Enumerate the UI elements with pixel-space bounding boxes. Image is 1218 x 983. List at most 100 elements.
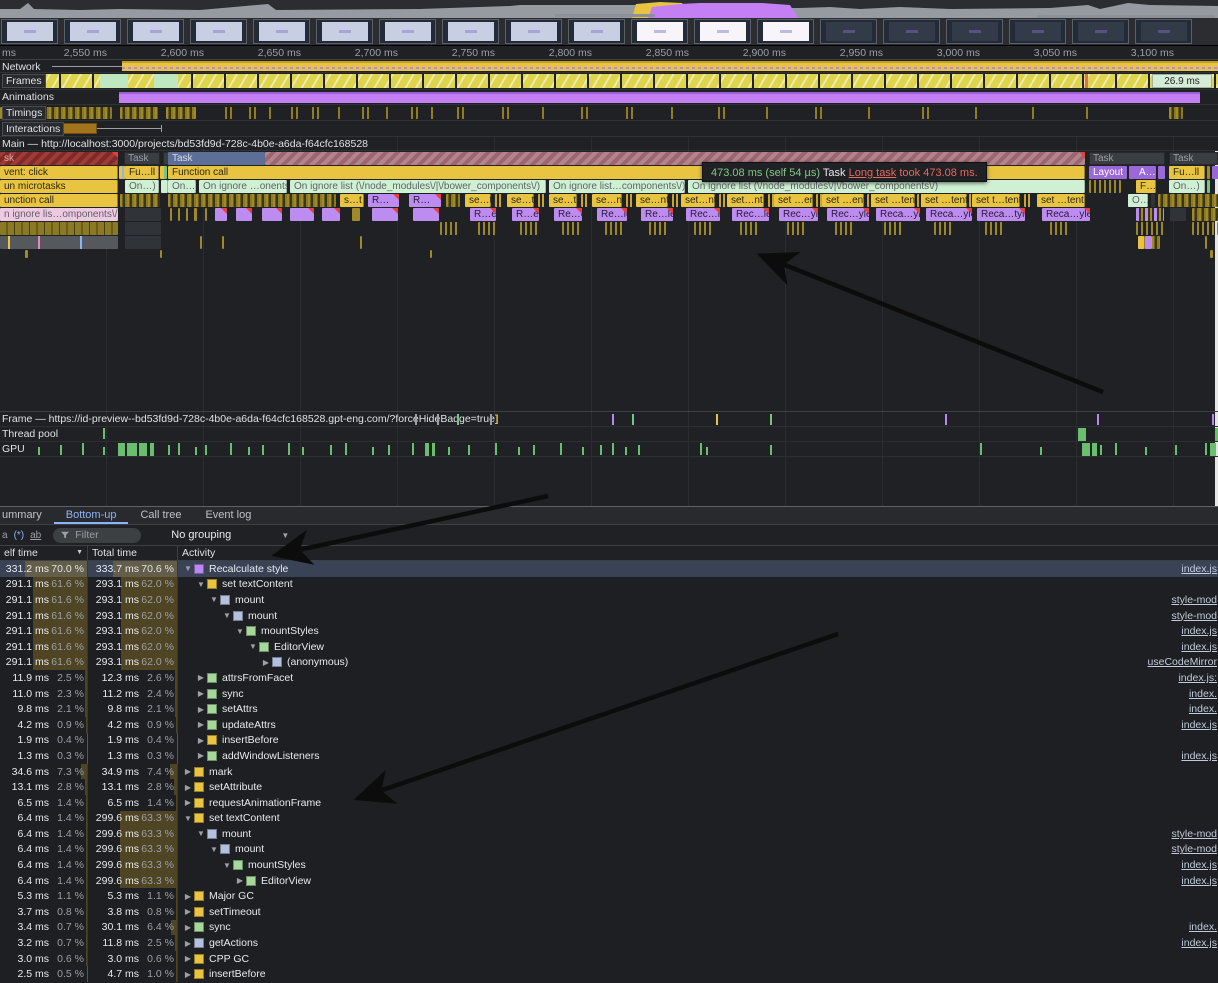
flame-segment-on-ignore-onents-[interactable]: On ignore …onents\/) [199, 180, 287, 193]
source-link[interactable]: useCodeMirror [1148, 656, 1218, 668]
flame-segment[interactable] [178, 208, 180, 221]
table-row[interactable]: 6.4 ms1.4 %299.6 ms63.3 %▼mountstyle-mod [0, 826, 1218, 842]
table-row[interactable]: 6.4 ms1.4 %299.6 ms63.3 %▼set textConten… [0, 811, 1218, 827]
flame-segment[interactable] [352, 208, 360, 221]
flame-segment[interactable] [884, 222, 902, 235]
flame-segment[interactable] [125, 208, 161, 221]
source-link[interactable]: style-mod [1171, 610, 1218, 622]
screenshot-thumbnail[interactable] [1, 19, 58, 44]
screenshot-thumbnail[interactable] [1135, 19, 1192, 44]
flame-segment[interactable] [672, 194, 680, 207]
flame-segment-n-ignore-lis-omponents-[interactable]: n ignore lis…omponents\/) [0, 208, 118, 221]
source-link[interactable]: index.js [1181, 859, 1218, 871]
table-row[interactable]: 291.1 ms61.6 %293.1 ms62.0 %▼EditorViewi… [0, 639, 1218, 655]
flame-segment-set-tent[interactable]: set …tent [871, 194, 915, 207]
flame-segment-se-nt[interactable]: se…nt [636, 194, 668, 207]
flame-segment-se-t[interactable]: se…t [507, 194, 534, 207]
flame-segment[interactable] [440, 222, 458, 235]
flame-segment[interactable] [1205, 236, 1207, 249]
screenshot-thumbnail[interactable] [694, 19, 751, 44]
grouping-select[interactable]: No grouping ▼ [171, 529, 289, 541]
source-link[interactable]: index.js [1181, 625, 1218, 637]
flame-segment-layout[interactable]: Layout [1089, 166, 1127, 179]
flame-segment[interactable] [1212, 166, 1218, 179]
table-row[interactable]: 331.2 ms70.0 %333.7 ms70.6 %▼Recalculate… [0, 561, 1218, 577]
flame-segment-a-[interactable]: A… [1135, 166, 1156, 179]
table-row[interactable]: 291.1 ms61.6 %293.1 ms62.0 %▼mountStyles… [0, 623, 1218, 639]
expand-icon[interactable]: ▶ [195, 705, 207, 714]
tab-ummary[interactable]: ummary [0, 507, 54, 524]
flame-segment[interactable] [372, 208, 398, 221]
flame-segment[interactable] [934, 222, 952, 235]
flame-segment[interactable] [413, 208, 439, 221]
flame-segment-fu-ll[interactable]: Fu…ll [1169, 166, 1205, 179]
expand-icon[interactable]: ▶ [182, 892, 194, 901]
expand-icon[interactable]: ▶ [195, 720, 207, 729]
flame-segment-r-e[interactable]: R…e [512, 208, 539, 221]
expand-icon[interactable]: ▶ [182, 907, 194, 916]
source-link[interactable]: style-mod [1171, 594, 1218, 606]
flame-segment-task[interactable]: Task [168, 152, 265, 165]
table-row[interactable]: 291.1 ms61.6 %293.1 ms62.0 %▼set textCon… [0, 577, 1218, 593]
flame-segment[interactable] [985, 222, 1003, 235]
column-header-total-time[interactable]: Total time [88, 546, 178, 560]
flame-segment[interactable] [538, 194, 546, 207]
frame-section-title[interactable]: Frame — https://id-preview--bd53fd9d-728… [2, 413, 495, 425]
table-row[interactable]: 4.2 ms0.9 %4.2 ms0.9 %▶updateAttrsindex.… [0, 717, 1218, 733]
flame-segment-set-ent[interactable]: set …ent [822, 194, 864, 207]
collapse-icon[interactable]: ▼ [247, 642, 259, 651]
flame-segment-unction-call[interactable]: unction call [0, 194, 118, 207]
screenshot-thumbnail[interactable] [820, 19, 877, 44]
screenshot-thumbnail[interactable] [1072, 19, 1129, 44]
flame-segment[interactable] [120, 194, 160, 207]
gpu-track-row[interactable]: GPU [0, 442, 1218, 457]
flame-segment[interactable] [186, 208, 188, 221]
frames-track-label[interactable]: Frames [2, 74, 46, 88]
flame-segment-sk[interactable]: sk [0, 152, 118, 165]
source-link[interactable]: index.js [1181, 563, 1218, 575]
thread-pool-track-row[interactable]: Thread pool [0, 427, 1218, 442]
flame-segment[interactable] [520, 222, 538, 235]
flame-segment[interactable] [200, 236, 202, 249]
table-row[interactable]: 6.5 ms1.4 %6.5 ms1.4 %▶requestAnimationF… [0, 795, 1218, 811]
expand-icon[interactable]: ▶ [182, 783, 194, 792]
gpu-label[interactable]: GPU [0, 443, 25, 455]
flame-segment[interactable] [1207, 166, 1210, 179]
flame-segment[interactable] [360, 236, 362, 249]
screenshot-thumbnail[interactable] [883, 19, 940, 44]
frame-segment[interactable] [100, 74, 128, 88]
flame-segment[interactable] [1145, 236, 1152, 249]
screenshot-thumbnail[interactable] [1009, 19, 1066, 44]
table-row[interactable]: 6.4 ms1.4 %299.6 ms63.3 %▼mountstyle-mod [0, 842, 1218, 858]
source-link[interactable]: style-mod [1171, 843, 1218, 855]
table-row[interactable]: 1.9 ms0.4 %1.9 ms0.4 %▶insertBefore [0, 733, 1218, 749]
flame-segment[interactable] [581, 194, 589, 207]
flame-segment[interactable] [236, 208, 252, 221]
screenshot-thumbnail[interactable] [190, 19, 247, 44]
flame-segment-reca-yle[interactable]: Reca…yle [926, 208, 972, 221]
flame-segment[interactable] [649, 222, 667, 235]
animations-track[interactable]: Animations [0, 90, 1218, 105]
flame-segment-o-[interactable]: O… [1128, 194, 1148, 207]
flame-segment-f-l[interactable]: F…l [1136, 180, 1156, 193]
thread-pool-label[interactable]: Thread pool [0, 428, 58, 440]
flame-segment[interactable] [1192, 208, 1218, 221]
flame-segment[interactable] [161, 180, 168, 193]
flame-segment-set-nt[interactable]: set…nt [681, 194, 715, 207]
flame-segment-set-ent[interactable]: set …ent [774, 194, 813, 207]
source-link[interactable]: index.js [1181, 641, 1218, 653]
collapse-icon[interactable]: ▼ [195, 580, 207, 589]
expand-icon[interactable]: ▶ [260, 658, 272, 667]
table-row[interactable]: 3.2 ms0.7 %11.8 ms2.5 %▶getActionsindex.… [0, 935, 1218, 951]
screenshot-thumbnail[interactable] [253, 19, 310, 44]
flame-segment-reca-tyle[interactable]: Reca…tyle [977, 208, 1025, 221]
flame-segment-un-microtasks[interactable]: un microtasks [0, 180, 118, 193]
flame-segment[interactable] [25, 250, 28, 258]
flame-segment[interactable] [835, 222, 853, 235]
flame-segment-r-[interactable]: R… [409, 194, 441, 207]
flame-segment[interactable] [605, 222, 623, 235]
table-row[interactable]: 2.5 ms0.5 %4.7 ms1.0 %▶insertBefore [0, 966, 1218, 982]
flame-segment-set-nt[interactable]: set…nt [727, 194, 764, 207]
flame-segment-reca-yle[interactable]: Reca…yle [1042, 208, 1090, 221]
flame-segment-rec-yle[interactable]: Rec…yle [827, 208, 869, 221]
